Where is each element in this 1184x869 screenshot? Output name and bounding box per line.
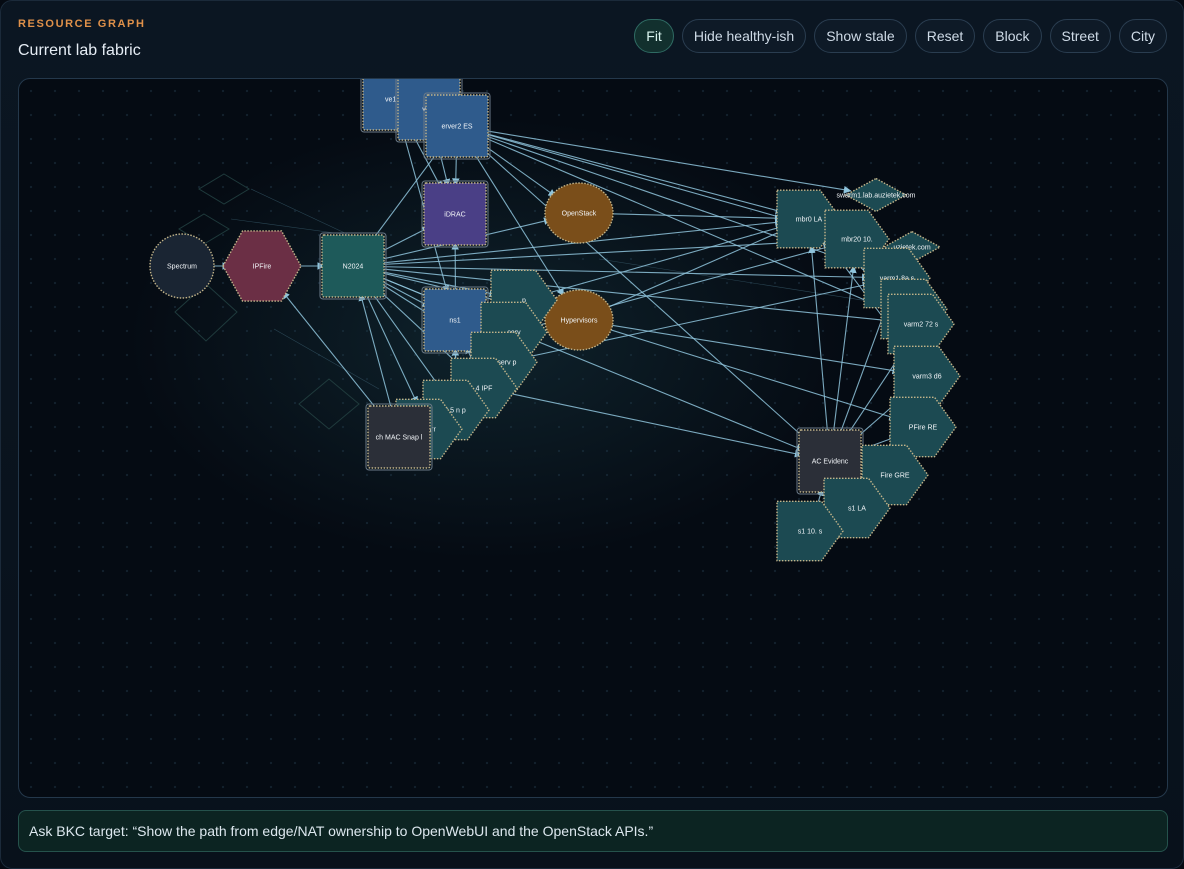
graph-edge[interactable] — [451, 153, 460, 186]
block-zoom-button[interactable]: Block — [983, 19, 1042, 53]
node-label: varm2 72 s — [904, 322, 939, 329]
node-label: mbr0 LA — [796, 217, 823, 224]
resource-graph-panel: RESOURCE GRAPH Current lab fabric Fit Hi… — [0, 0, 1184, 869]
node-label: Hypervisors — [561, 318, 598, 325]
reset-button[interactable]: Reset — [914, 19, 976, 53]
node-label: mbr20 10. — [841, 237, 873, 244]
graph-node-warm2[interactable]: varm2 72 s — [887, 293, 955, 355]
graph-node-n2024[interactable]: N2024 — [319, 232, 387, 300]
graph-node-openstack[interactable]: OpenStack — [544, 182, 614, 244]
node-label: swarm1.lab.auzietek.com — [837, 193, 916, 200]
graph-node-mac[interactable]: ch MAC Snap l — [365, 403, 433, 471]
node-label: 4 IPF — [476, 386, 493, 393]
node-label: ns1 — [449, 318, 460, 325]
node-label: ch MAC Snap l — [376, 435, 423, 442]
city-zoom-button[interactable]: City — [1118, 19, 1167, 53]
graph-node-spectrum[interactable]: Spectrum — [149, 233, 215, 299]
node-label: iDRAC — [444, 212, 465, 219]
show-stale-button[interactable]: Show stale — [814, 19, 907, 53]
node-label: Spectrum — [167, 264, 197, 271]
graph-canvas[interactable]: ve1 Pver1erver2 ESiDRACOpenStackSpectrum… — [18, 78, 1168, 798]
node-label: erver2 ES — [441, 124, 472, 131]
ask-prompt-bar[interactable]: Ask BKC target: “Show the path from edge… — [18, 810, 1168, 852]
street-zoom-button[interactable]: Street — [1049, 19, 1111, 53]
section-eyebrow: RESOURCE GRAPH — [18, 18, 146, 30]
node-label: varm3 d6 — [912, 374, 941, 381]
node-label: AC Evidenc — [812, 459, 849, 466]
node-label: PFire RE — [909, 425, 938, 432]
node-label: s1 10. s — [798, 529, 823, 536]
graph-node-swarm1lab[interactable]: swarm1.lab.auzietek.com — [837, 177, 916, 213]
node-label: N2024 — [343, 264, 364, 271]
graph-toolbar: Fit Hide healthy-ish Show stale Reset Bl… — [634, 19, 1167, 53]
hide-healthy-button[interactable]: Hide healthy-ish — [681, 19, 807, 53]
node-label: IPFire — [253, 264, 272, 271]
page-title: Current lab fabric — [18, 42, 141, 59]
graph-svg[interactable]: ve1 Pver1erver2 ESiDRACOpenStackSpectrum… — [19, 79, 1167, 797]
graph-node-srv3[interactable]: erver2 ES — [423, 92, 491, 160]
node-label: s1 LA — [848, 506, 866, 513]
fit-button[interactable]: Fit — [634, 19, 674, 53]
graph-node-idrac[interactable]: iDRAC — [421, 180, 489, 248]
node-label: OpenStack — [562, 211, 597, 218]
node-label: Fire GRE — [880, 473, 910, 480]
ask-prompt-text: Ask BKC target: “Show the path from edge… — [29, 823, 654, 839]
